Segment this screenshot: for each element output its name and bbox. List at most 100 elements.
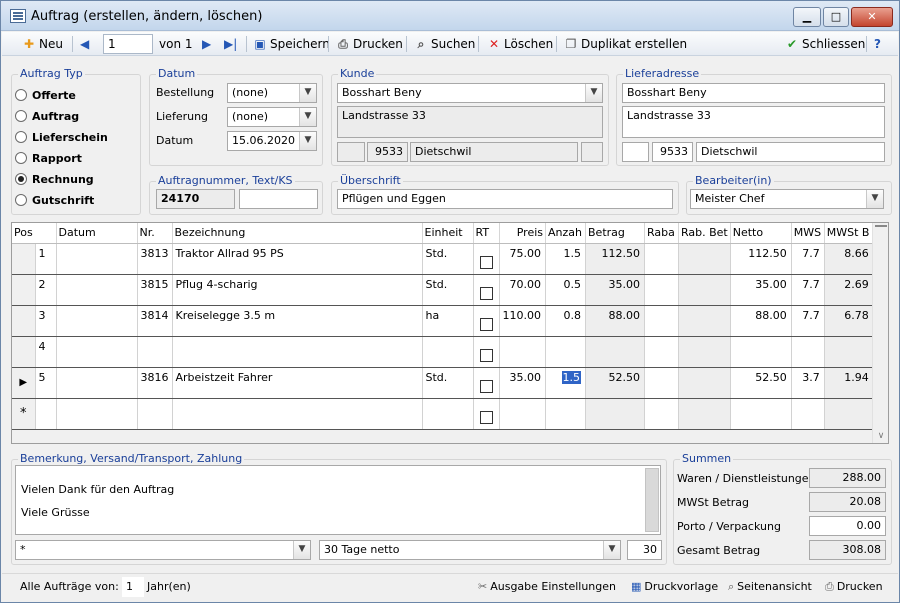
cell-datum[interactable] xyxy=(56,243,138,275)
order-text-input[interactable] xyxy=(239,189,318,209)
new-row-asterisk-icon[interactable]: * xyxy=(12,398,36,430)
cell-einheit[interactable]: Std. xyxy=(422,274,474,306)
remarks-scrollbar[interactable] xyxy=(645,468,659,532)
cell-raba[interactable] xyxy=(644,274,679,306)
cell-anzahl[interactable]: 0.5 xyxy=(545,274,586,306)
bestellung-date-picker[interactable]: (none) ▼ xyxy=(227,83,317,103)
print-bottom-button[interactable]: ⎙ Drucken xyxy=(825,580,883,594)
cell-mws[interactable]: 3.7 xyxy=(791,367,825,399)
rt-checkbox[interactable] xyxy=(479,318,493,331)
cell-pos[interactable] xyxy=(35,398,57,430)
col-betrag[interactable]: Betrag xyxy=(585,223,645,244)
heading-input[interactable]: Pflügen und Eggen xyxy=(337,189,673,209)
close-button[interactable]: ✔ Schliessen xyxy=(785,34,865,54)
cell-datum[interactable] xyxy=(56,274,138,306)
cell-rt[interactable] xyxy=(473,398,500,430)
cell-datum[interactable] xyxy=(56,305,138,337)
cell-rt[interactable] xyxy=(473,305,500,337)
rt-checkbox[interactable] xyxy=(479,349,493,362)
col-rab-bet[interactable]: Rab. Bet xyxy=(678,223,731,244)
page-preview-button[interactable]: ⌕ Seitenansicht xyxy=(728,580,812,594)
delivery-city-input[interactable]: Dietschwil xyxy=(696,142,885,162)
duplicate-button[interactable]: ❐ Duplikat erstellen xyxy=(564,34,687,54)
radio-gutschrift[interactable]: Gutschrift xyxy=(15,194,94,207)
table-row-current[interactable]: ▶ 5 3816 Arbeistzeit Fahrer Std. 35.00 1… xyxy=(12,367,874,399)
cell-anzahl[interactable] xyxy=(545,398,586,430)
cell-datum[interactable] xyxy=(56,398,138,430)
radio-rechnung[interactable]: Rechnung xyxy=(15,173,94,186)
col-anzahl[interactable]: Anzah xyxy=(545,223,586,244)
cell-raba[interactable] xyxy=(644,336,679,368)
cell-mws[interactable]: 7.7 xyxy=(791,305,825,337)
cell-preis[interactable]: 70.00 xyxy=(499,274,546,306)
row-selector[interactable] xyxy=(12,305,36,337)
porto-input[interactable]: 0.00 xyxy=(809,516,886,536)
rt-checkbox[interactable] xyxy=(479,380,493,393)
cell-einheit[interactable] xyxy=(422,336,474,368)
cell-preis[interactable] xyxy=(499,398,546,430)
table-row[interactable]: 3 3814 Kreiselegge 3.5 m ha 110.00 0.8 8… xyxy=(12,305,874,337)
payment-terms-select[interactable]: 30 Tage netto ▼ xyxy=(319,540,621,560)
cell-nr[interactable]: 3813 xyxy=(137,243,173,275)
output-settings-button[interactable]: ✂ Ausgabe Einstellungen xyxy=(478,580,616,593)
maximize-button[interactable]: □ xyxy=(823,7,849,27)
cell-preis[interactable]: 35.00 xyxy=(499,367,546,399)
payment-days-input[interactable]: 30 xyxy=(627,540,662,560)
cell-einheit[interactable]: Std. xyxy=(422,367,474,399)
cell-bezeichnung[interactable]: Pflug 4-scharig xyxy=(172,274,423,306)
cell-bezeichnung[interactable]: Kreiselegge 3.5 m xyxy=(172,305,423,337)
table-row[interactable]: 2 3815 Pflug 4-scharig Std. 70.00 0.5 35… xyxy=(12,274,874,306)
scroll-down-icon[interactable]: ∨ xyxy=(873,431,888,441)
search-button[interactable]: ⌕ Suchen xyxy=(414,34,476,54)
print-template-button[interactable]: ▦ Druckvorlage xyxy=(631,580,718,593)
col-mwst-b[interactable]: MWSt B xyxy=(824,223,874,244)
minimize-button[interactable]: ▁ xyxy=(793,7,821,27)
cell-raba[interactable] xyxy=(644,243,679,275)
print-button[interactable]: ⎙ Drucken xyxy=(336,34,403,54)
cell-anzahl[interactable]: 1.5 xyxy=(545,243,586,275)
table-row[interactable]: 4 xyxy=(12,336,874,368)
lieferung-date-picker[interactable]: (none) ▼ xyxy=(227,107,317,127)
record-number-input[interactable]: 1 xyxy=(103,34,153,54)
cell-mws[interactable] xyxy=(791,336,825,368)
col-raba[interactable]: Raba xyxy=(644,223,679,244)
customer-select[interactable]: Bosshart Beny ▼ xyxy=(337,83,603,103)
new-button[interactable]: ✚ Neu xyxy=(22,34,63,54)
cell-nr[interactable]: 3814 xyxy=(137,305,173,337)
delivery-street-input[interactable]: Landstrasse 33 xyxy=(622,106,885,138)
rt-checkbox[interactable] xyxy=(479,287,493,300)
cell-bezeichnung[interactable]: Traktor Allrad 95 PS xyxy=(172,243,423,275)
save-button[interactable]: ▣ Speichern xyxy=(253,34,330,54)
cell-bezeichnung[interactable] xyxy=(172,398,423,430)
datum-date-picker[interactable]: 15.06.2020 ▼ xyxy=(227,131,317,151)
cell-mws[interactable]: 7.7 xyxy=(791,243,825,275)
cell-bezeichnung[interactable]: Arbeistzeit Fahrer xyxy=(172,367,423,399)
grid-vertical-scrollbar[interactable]: ∨ xyxy=(872,223,888,443)
cell-anzahl-editing[interactable]: 1.5 xyxy=(545,367,586,399)
close-window-button[interactable]: ✕ xyxy=(851,7,893,27)
cell-nr[interactable]: 3815 xyxy=(137,274,173,306)
cell-mws[interactable] xyxy=(791,398,825,430)
remarks-textarea[interactable]: Vielen Dank für den Auftrag Viele Grüsse xyxy=(15,465,661,535)
delete-button[interactable]: ✕ Löschen xyxy=(487,34,553,54)
current-row-arrow-icon[interactable]: ▶ xyxy=(12,367,36,399)
row-selector[interactable] xyxy=(12,274,36,306)
last-record-icon[interactable]: ▶| xyxy=(224,34,237,54)
anzahl-selected-text[interactable]: 1.5 xyxy=(561,370,581,384)
col-datum[interactable]: Datum xyxy=(56,223,138,244)
cell-bezeichnung[interactable] xyxy=(172,336,423,368)
cell-nr[interactable] xyxy=(137,336,173,368)
next-record-icon[interactable]: ▶ xyxy=(202,34,211,54)
cell-pos[interactable]: 4 xyxy=(35,336,57,368)
row-selector[interactable] xyxy=(12,336,36,368)
row-selector[interactable] xyxy=(12,243,36,275)
radio-lieferschein[interactable]: Lieferschein xyxy=(15,131,108,144)
delivery-country-input[interactable] xyxy=(622,142,649,162)
cell-einheit[interactable] xyxy=(422,398,474,430)
years-input[interactable]: 1 xyxy=(122,577,144,597)
radio-offerte[interactable]: Offerte xyxy=(15,89,76,102)
chevron-down-icon[interactable]: ▼ xyxy=(299,84,316,102)
col-einheit[interactable]: Einheit xyxy=(422,223,474,244)
cell-anzahl[interactable]: 0.8 xyxy=(545,305,586,337)
delivery-name-input[interactable]: Bosshart Beny xyxy=(622,83,885,103)
